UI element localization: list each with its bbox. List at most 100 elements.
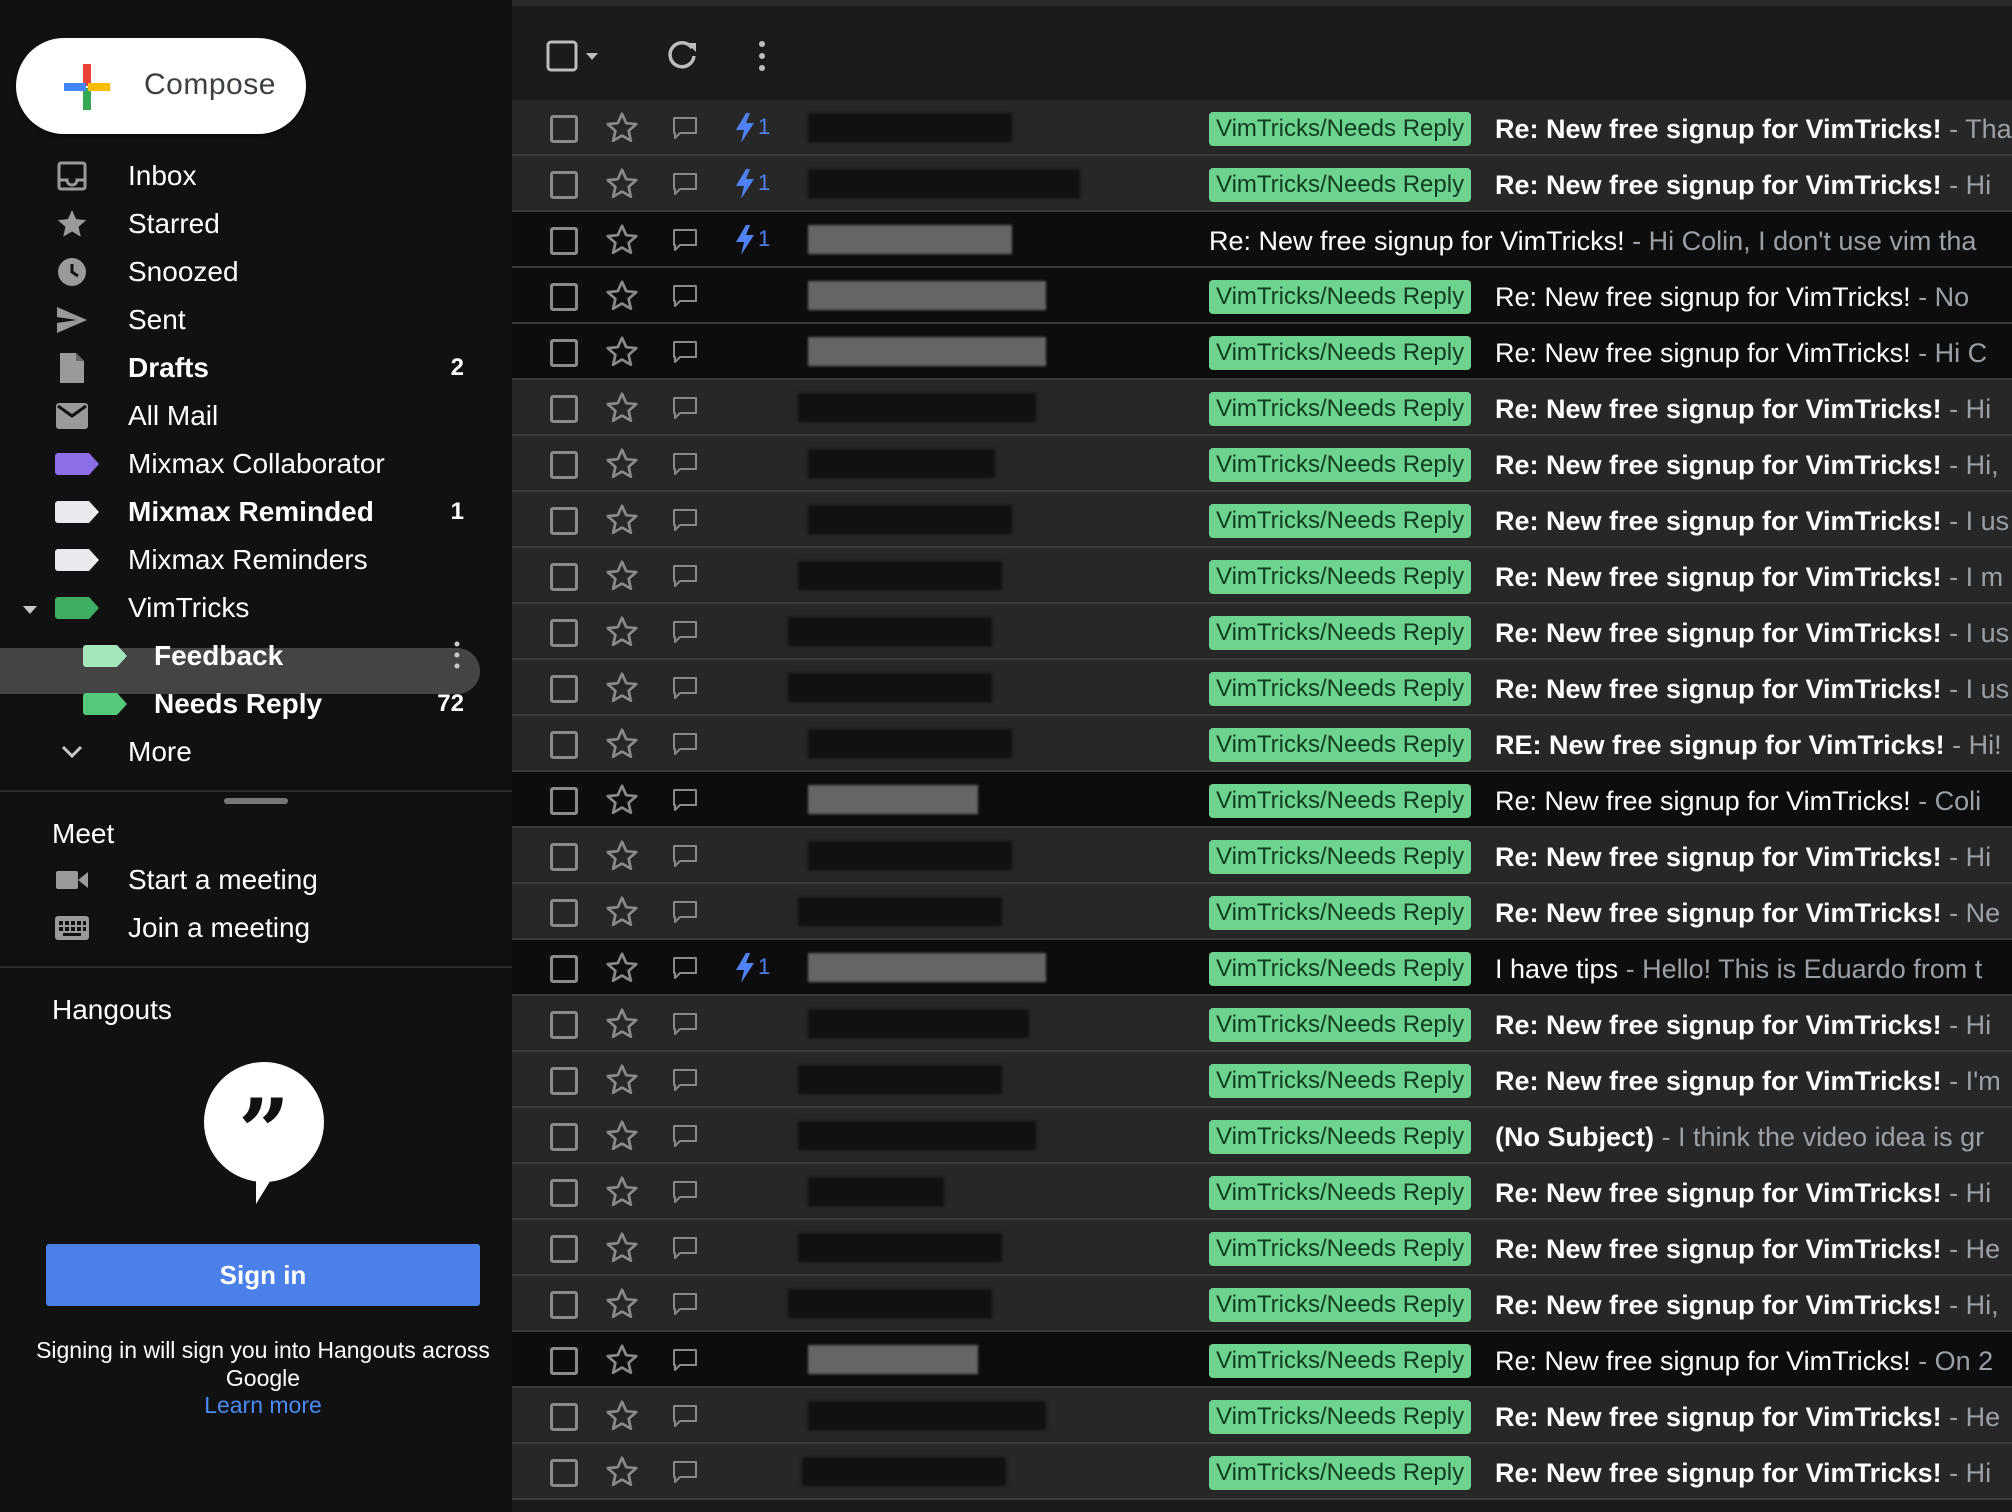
comment-bubble-icon[interactable] [672,228,698,252]
email-row[interactable]: ████████████ VimTricks/Needs Reply Re: New… [512,1444,2012,1500]
row-checkbox[interactable] [550,1123,578,1151]
comment-bubble-icon[interactable] [672,956,698,980]
label-chip[interactable]: VimTricks/Needs Reply [1209,1064,1472,1098]
email-row[interactable]: ██████████████ VimTricks/Needs Reply (No S… [512,1108,2012,1164]
star-icon[interactable] [604,1342,640,1378]
label-chip[interactable]: VimTricks/Needs Reply [1209,168,1472,202]
email-row[interactable]: 1 ██████████████ VimTricks/Needs Reply I ha… [512,940,2012,996]
label-chip[interactable]: VimTricks/Needs Reply [1209,1120,1472,1154]
sidebar-item-all-mail[interactable]: All Mail [0,392,480,440]
comment-bubble-icon[interactable] [672,620,698,644]
email-row[interactable]: ██████████████ VimTricks/Needs Reply Re: N… [512,268,2012,324]
star-icon[interactable] [604,1454,640,1490]
email-row[interactable]: ████████████ VimTricks/Needs Reply Re: New… [512,1052,2012,1108]
email-row[interactable]: ████████████ VimTricks/Needs Reply Re: New… [512,492,2012,548]
more-options-icon[interactable] [742,36,782,76]
row-checkbox[interactable] [550,1459,578,1487]
email-row[interactable]: ████████████ VimTricks/Needs Reply Re: New… [512,828,2012,884]
row-checkbox[interactable] [550,731,578,759]
email-row[interactable]: ████████████ VimTricks/Needs Reply Re: New… [512,660,2012,716]
sidebar-item-mixmax-reminded[interactable]: Mixmax Reminded 1 [0,488,480,536]
email-row[interactable]: ██████████ VimTricks/Needs Reply Re: New f… [512,1332,2012,1388]
label-chip[interactable]: VimTricks/Needs Reply [1209,448,1472,482]
row-checkbox[interactable] [550,1235,578,1263]
row-checkbox[interactable] [550,395,578,423]
label-options-icon[interactable] [454,640,460,675]
learn-more-link[interactable]: Learn more [30,1392,496,1419]
star-icon[interactable] [604,1398,640,1434]
email-row[interactable]: 1 ████████████ VimTricks/Needs Reply Re: Ne… [512,100,2012,156]
email-row[interactable]: ████████████ VimTricks/Needs Reply RE: New… [512,716,2012,772]
comment-bubble-icon[interactable] [672,1236,698,1260]
comment-bubble-icon[interactable] [672,1292,698,1316]
comment-bubble-icon[interactable] [672,1068,698,1092]
comment-bubble-icon[interactable] [672,676,698,700]
star-icon[interactable] [604,782,640,818]
row-checkbox[interactable] [550,843,578,871]
comment-bubble-icon[interactable] [672,1460,698,1484]
comment-bubble-icon[interactable] [672,900,698,924]
sign-in-button[interactable]: Sign in [46,1244,480,1306]
email-row[interactable]: ████████████ VimTricks/Needs Reply Re: New… [512,1276,2012,1332]
email-row[interactable]: ████████████ VimTricks/Needs Reply Re: New… [512,548,2012,604]
star-icon[interactable] [604,1286,640,1322]
label-chip[interactable]: VimTricks/Needs Reply [1209,560,1472,594]
label-chip[interactable]: VimTricks/Needs Reply [1209,952,1472,986]
sidebar-item-sent[interactable]: Sent [0,296,480,344]
email-row[interactable]: ██████████████ VimTricks/Needs Reply Re: N… [512,380,2012,436]
star-icon[interactable] [604,1174,640,1210]
row-checkbox[interactable] [550,227,578,255]
row-checkbox[interactable] [550,171,578,199]
sidebar-item-mixmax-reminders[interactable]: Mixmax Reminders [0,536,480,584]
comment-bubble-icon[interactable] [672,452,698,476]
sidebar-item-needs-reply[interactable]: Needs Reply 72 [0,680,480,728]
email-row[interactable]: ███████████ VimTricks/Needs Reply Re: New … [512,436,2012,492]
label-chip[interactable]: VimTricks/Needs Reply [1209,504,1472,538]
label-chip[interactable]: VimTricks/Needs Reply [1209,1176,1472,1210]
label-chip[interactable]: VimTricks/Needs Reply [1209,728,1472,762]
comment-bubble-icon[interactable] [672,284,698,308]
email-row[interactable]: ██████████ VimTricks/Needs Reply Re: New f… [512,772,2012,828]
comment-bubble-icon[interactable] [672,1404,698,1428]
row-checkbox[interactable] [550,1011,578,1039]
row-checkbox[interactable] [550,899,578,927]
label-chip[interactable]: VimTricks/Needs Reply [1209,784,1472,818]
star-icon[interactable] [604,894,640,930]
star-icon[interactable] [604,950,640,986]
sidebar-item-inbox[interactable]: Inbox [0,152,480,200]
collapse-caret-icon[interactable] [22,602,38,620]
star-icon[interactable] [604,838,640,874]
label-chip[interactable]: VimTricks/Needs Reply [1209,896,1472,930]
email-row[interactable]: █████████████ VimTricks/Needs Reply Re: Ne… [512,996,2012,1052]
label-chip[interactable]: VimTricks/Needs Reply [1209,840,1472,874]
row-checkbox[interactable] [550,1179,578,1207]
star-icon[interactable] [604,726,640,762]
email-row[interactable]: ██████████████ VimTricks/Needs Reply Re: N… [512,324,2012,380]
label-chip[interactable]: VimTricks/Needs Reply [1209,1344,1472,1378]
comment-bubble-icon[interactable] [672,788,698,812]
email-row[interactable]: ██████████████ VimTricks/Needs Reply Re: N… [512,1388,2012,1444]
star-icon[interactable] [604,390,640,426]
label-chip[interactable]: VimTricks/Needs Reply [1209,616,1472,650]
sidebar-item-snoozed[interactable]: Snoozed [0,248,480,296]
email-row[interactable]: ████████████ VimTricks/Needs Reply Re: New… [512,884,2012,940]
star-icon[interactable] [604,334,640,370]
star-icon[interactable] [604,1118,640,1154]
sidebar-item-drafts[interactable]: Drafts 2 [0,344,480,392]
row-checkbox[interactable] [550,787,578,815]
sidebar-item-starred[interactable]: Starred [0,200,480,248]
row-checkbox[interactable] [550,619,578,647]
label-chip[interactable]: VimTricks/Needs Reply [1209,392,1472,426]
label-chip[interactable]: VimTricks/Needs Reply [1209,1232,1472,1266]
row-checkbox[interactable] [550,675,578,703]
comment-bubble-icon[interactable] [672,844,698,868]
star-icon[interactable] [604,1006,640,1042]
label-chip[interactable]: VimTricks/Needs Reply [1209,112,1472,146]
star-icon[interactable] [604,558,640,594]
star-icon[interactable] [604,446,640,482]
comment-bubble-icon[interactable] [672,340,698,364]
label-chip[interactable]: VimTricks/Needs Reply [1209,1456,1472,1490]
join-meeting-link[interactable]: Join a meeting [0,904,480,952]
row-checkbox[interactable] [550,955,578,983]
select-all-checkbox[interactable] [546,36,602,76]
